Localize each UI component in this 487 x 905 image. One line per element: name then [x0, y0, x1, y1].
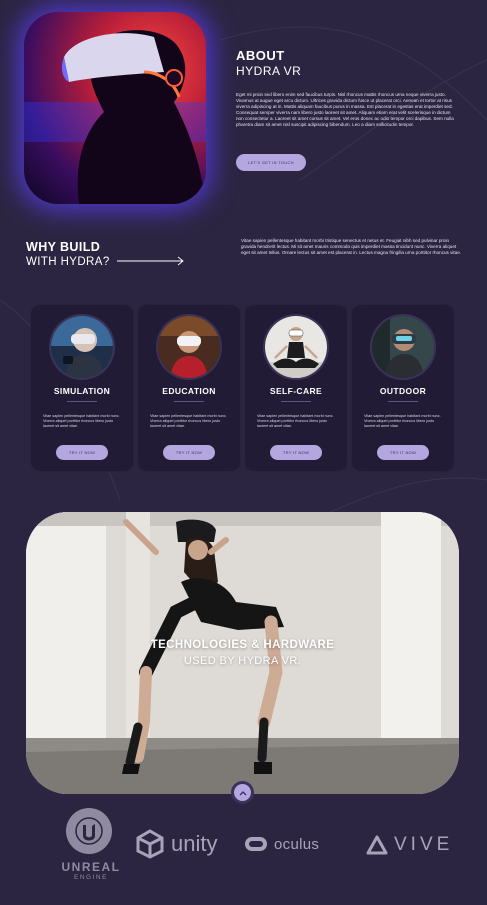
get-in-touch-button[interactable]: LET'S GET IN TOUCH: [236, 154, 306, 171]
card-title: OUTDOOR: [379, 386, 427, 396]
about-vr-photo: [24, 12, 206, 204]
why-title: WHY BUILD: [26, 240, 101, 254]
try-it-now-button[interactable]: TRY IT NOW: [56, 445, 108, 460]
divider: [174, 401, 204, 402]
try-it-now-button[interactable]: TRY IT NOW: [270, 445, 322, 460]
card-self-care: SELF-CARE Vitae sapien pellentesque habi…: [244, 304, 348, 472]
scroll-up-button[interactable]: [231, 781, 254, 804]
card-outdoor: OUTDOOR Vitae sapien pellentesque habita…: [351, 304, 455, 472]
arrow-right-icon[interactable]: [117, 256, 185, 266]
unity-cube-icon: [136, 829, 164, 859]
feature-cards: SIMULATION Vitae sapien pellentesque hab…: [30, 304, 455, 472]
education-photo: [158, 316, 220, 378]
divider: [388, 401, 418, 402]
card-text: Vitae sapien pellentesque habitant morbi…: [257, 414, 334, 428]
card-simulation: SIMULATION Vitae sapien pellentesque hab…: [30, 304, 134, 472]
unreal-wordmark: UNREAL: [61, 860, 121, 874]
hero-title: TECHNOLOGIES & HARDWARE: [150, 639, 335, 651]
card-text: Vitae sapien pellentesque habitant morbi…: [43, 414, 120, 428]
vive-triangle-icon: [366, 835, 388, 855]
card-title: SIMULATION: [53, 386, 111, 396]
oculus-wordmark: oculus: [274, 835, 320, 853]
simulation-photo: [51, 316, 113, 378]
hero-subtitle: USED BY HYDRA VR.: [183, 655, 302, 667]
oculus-ring-icon: [245, 837, 267, 851]
about-title: ABOUT: [236, 48, 285, 63]
hero-vr-dancer-photo: [26, 512, 459, 794]
try-it-now-button[interactable]: TRY IT NOW: [163, 445, 215, 460]
try-it-now-button[interactable]: TRY IT NOW: [377, 445, 429, 460]
divider: [67, 401, 97, 402]
why-subtitle: WITH HYDRA?: [26, 256, 110, 268]
unreal-engine-logo: UNREAL ENGINE: [58, 808, 124, 881]
vive-wordmark: VIVE: [394, 834, 454, 855]
card-text: Vitae sapien pellentesque habitant morbi…: [150, 414, 227, 428]
outdoor-photo: [372, 316, 434, 378]
divider: [281, 401, 311, 402]
about-subtitle: HYDRA VR: [236, 64, 302, 78]
unity-wordmark: unity: [171, 831, 218, 856]
card-text: Vitae sapien pellentesque habitant morbi…: [364, 414, 441, 428]
card-education: EDUCATION Vitae sapien pellentesque habi…: [137, 304, 241, 472]
oculus-logo: oculus: [245, 832, 319, 856]
card-title: SELF-CARE: [269, 386, 323, 396]
engine-wordmark: ENGINE: [74, 874, 108, 881]
about-paragraph: Eget mi proin sed libero enim sed faucib…: [236, 92, 454, 127]
chevron-up-icon: [234, 784, 251, 801]
self-care-photo: [265, 316, 327, 378]
vive-logo: VIVE: [366, 832, 453, 858]
unity-logo: unity: [135, 828, 217, 860]
why-paragraph: Vitae sapien pellentesque habitant morbi…: [241, 238, 462, 255]
technologies-hero: TECHNOLOGIES & HARDWARE USED BY HYDRA VR…: [26, 512, 459, 794]
card-title: EDUCATION: [162, 386, 216, 396]
unreal-u-icon: [66, 808, 112, 854]
